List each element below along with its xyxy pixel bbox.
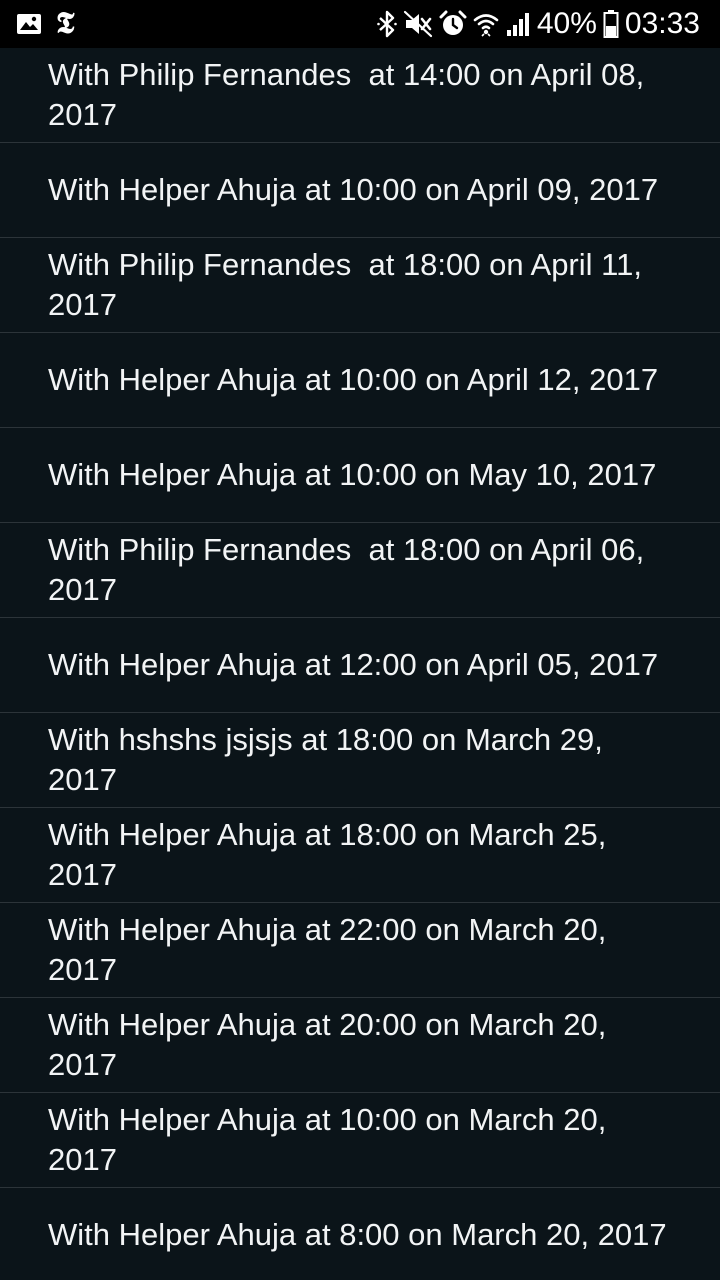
appointment-text: With Philip Fernandes at 14:00 on April … [48, 57, 653, 132]
appointment-item[interactable]: With Helper Ahuja at 12:00 on April 05, … [0, 618, 720, 713]
appointment-item[interactable]: With Helper Ahuja at 20:00 on March 20, … [0, 998, 720, 1093]
appointment-text: With Helper Ahuja at 10:00 on April 09, … [48, 172, 659, 207]
appointment-text: With Helper Ahuja at 22:00 on March 20, … [48, 912, 615, 987]
app-screen: 𝕿 40% 03:33 With Philip Fernandes at 14:… [0, 0, 720, 1280]
appointment-item[interactable]: With Philip Fernandes at 14:00 on April … [0, 48, 720, 143]
battery-icon [603, 9, 619, 39]
nyt-icon: 𝕿 [56, 6, 75, 41]
appointment-item[interactable]: With Helper Ahuja at 10:00 on March 20, … [0, 1093, 720, 1188]
appointment-item[interactable]: With Helper Ahuja at 10:00 on April 09, … [0, 143, 720, 238]
appointment-item[interactable]: With Philip Fernandes at 18:00 on April … [0, 238, 720, 333]
appointment-text: With Philip Fernandes at 18:00 on April … [48, 247, 651, 322]
appointment-text: With Helper Ahuja at 20:00 on March 20, … [48, 1007, 615, 1082]
gallery-icon [16, 13, 42, 35]
status-bar-right: 40% 03:33 [377, 0, 700, 48]
appointment-text: With Philip Fernandes at 18:00 on April … [48, 532, 653, 607]
appointment-text: With Helper Ahuja at 18:00 on March 25, … [48, 817, 615, 892]
appointment-item[interactable]: With Helper Ahuja at 10:00 on May 10, 20… [0, 428, 720, 523]
appointments-list: With Philip Fernandes at 14:00 on April … [0, 48, 720, 1280]
appointment-item[interactable]: With Helper Ahuja at 10:00 on April 12, … [0, 333, 720, 428]
appointment-text: With Helper Ahuja at 10:00 on May 10, 20… [48, 457, 657, 492]
appointment-item[interactable]: With Philip Fernandes at 18:00 on April … [0, 523, 720, 618]
appointment-item[interactable]: With hshshs jsjsjs at 18:00 on March 29,… [0, 713, 720, 808]
appointment-item[interactable]: With Helper Ahuja at 22:00 on March 20, … [0, 903, 720, 998]
bluetooth-icon [377, 10, 397, 38]
appointment-text: With Helper Ahuja at 10:00 on April 12, … [48, 362, 659, 397]
alarm-icon [439, 10, 467, 38]
appointment-text: With Helper Ahuja at 12:00 on April 05, … [48, 647, 659, 682]
appointment-text: With hshshs jsjsjs at 18:00 on March 29,… [48, 722, 612, 797]
status-bar: 𝕿 40% 03:33 [0, 0, 720, 48]
appointment-text: With Helper Ahuja at 10:00 on March 20, … [48, 1102, 615, 1177]
status-bar-left: 𝕿 [16, 0, 74, 48]
clock-time: 03:33 [624, 7, 700, 40]
wifi-icon [473, 10, 499, 38]
appointment-item[interactable]: With Helper Ahuja at 8:00 on March 20, 2… [0, 1188, 720, 1280]
appointment-item[interactable]: With Helper Ahuja at 18:00 on March 25, … [0, 808, 720, 903]
signal-icon [505, 10, 531, 38]
battery-percent: 40% [536, 7, 597, 40]
mute-icon [403, 10, 433, 38]
appointment-text: With Helper Ahuja at 8:00 on March 20, 2… [48, 1217, 667, 1252]
